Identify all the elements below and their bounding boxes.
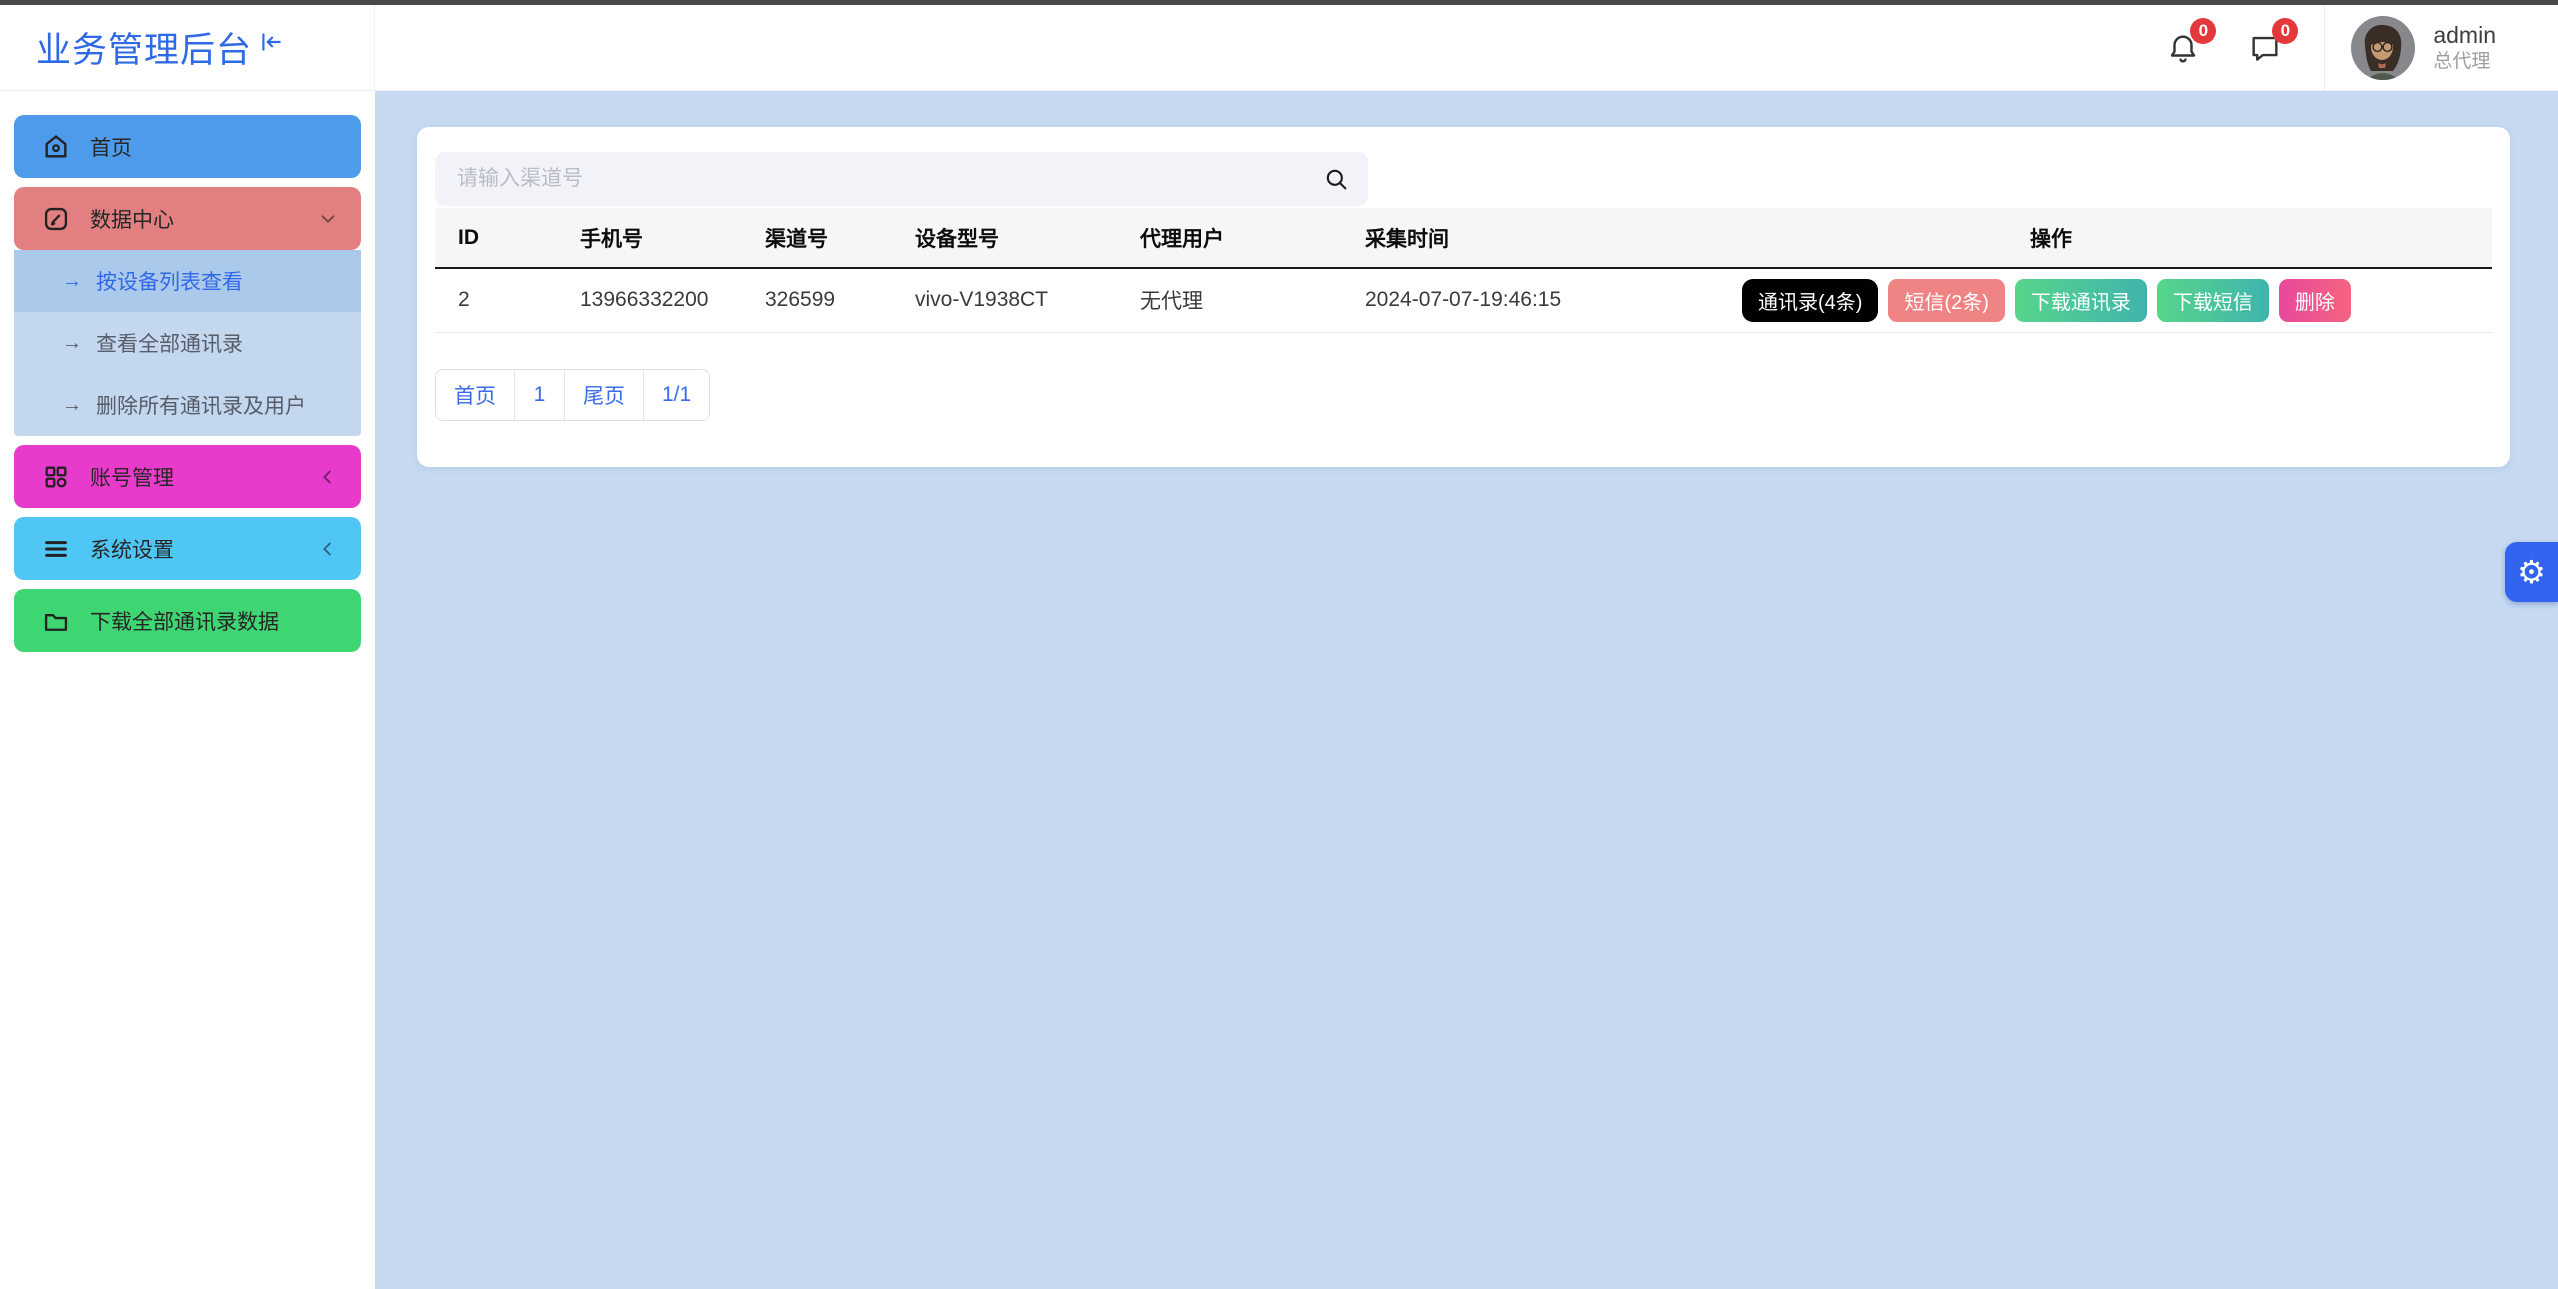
sidebar: 业务管理后台 首页 xyxy=(0,5,375,1289)
pagination-last-button[interactable]: 尾页 xyxy=(564,370,643,420)
device-list-card: ID 手机号 渠道号 设备型号 代理用户 采集时间 操作 2 xyxy=(417,127,2510,467)
col-header-channel: 渠道号 xyxy=(742,208,892,268)
channel-search-input[interactable] xyxy=(457,167,1322,191)
contacts-count-button[interactable]: 通讯录(4条) xyxy=(1742,279,1878,322)
arrow-right-icon: → xyxy=(62,332,82,355)
submenu-item-device-list[interactable]: → 按设备列表查看 xyxy=(14,250,361,312)
col-header-device: 设备型号 xyxy=(892,208,1117,268)
sidebar-collapse-icon[interactable] xyxy=(258,29,284,55)
top-header: 0 0 xyxy=(375,5,2558,91)
col-header-actions: 操作 xyxy=(2007,208,2492,268)
messages-button[interactable]: 0 xyxy=(2248,30,2282,66)
sidebar-item-label: 系统设置 xyxy=(90,534,317,564)
cell-actions: 通讯录(4条) 短信(2条) 下载通讯录 下载短信 删除 xyxy=(2007,268,2492,332)
header-divider xyxy=(2324,5,2325,91)
sidebar-menu: 首页 数据中心 xyxy=(0,91,375,652)
sidebar-item-label: 下载全部通讯录数据 xyxy=(90,606,339,636)
pagination-first-button[interactable]: 首页 xyxy=(436,370,514,420)
sidebar-item-label: 首页 xyxy=(90,132,339,162)
sidebar-item-data-center[interactable]: 数据中心 xyxy=(14,187,361,250)
submenu-item-all-contacts[interactable]: → 查看全部通讯录 xyxy=(14,312,361,374)
submenu-item-label: 查看全部通讯录 xyxy=(96,328,243,358)
sidebar-item-download-all[interactable]: 下载全部通讯录数据 xyxy=(14,589,361,652)
search-button[interactable] xyxy=(1322,165,1350,193)
table-row: 2 13966332200 326599 vivo-V1938CT 无代理 20… xyxy=(435,268,2492,332)
cell-device: vivo-V1938CT xyxy=(892,268,1117,332)
avatar[interactable] xyxy=(2351,16,2415,80)
chevron-left-icon xyxy=(317,538,339,560)
home-icon xyxy=(42,133,70,161)
sidebar-item-label: 数据中心 xyxy=(90,204,317,234)
main-content: ID 手机号 渠道号 设备型号 代理用户 采集时间 操作 2 xyxy=(375,91,2558,1289)
pagination: 首页 1 尾页 1/1 xyxy=(435,369,710,421)
grid-icon xyxy=(42,463,70,491)
device-table: ID 手机号 渠道号 设备型号 代理用户 采集时间 操作 2 xyxy=(435,208,2492,333)
submenu-item-label: 按设备列表查看 xyxy=(96,266,243,296)
col-header-phone: 手机号 xyxy=(557,208,742,268)
app-title: 业务管理后台 xyxy=(36,22,252,73)
menu-lines-icon xyxy=(42,535,70,563)
arrow-right-icon: → xyxy=(62,270,82,293)
sidebar-item-settings[interactable]: 系统设置 xyxy=(14,517,361,580)
download-contacts-button[interactable]: 下载通讯录 xyxy=(2015,279,2147,322)
chevron-down-icon xyxy=(317,208,339,230)
arrow-right-icon: → xyxy=(62,394,82,417)
cell-agent: 无代理 xyxy=(1117,268,1342,332)
cell-id: 2 xyxy=(435,268,557,332)
download-sms-button[interactable]: 下载短信 xyxy=(2157,279,2269,322)
settings-fab-button[interactable]: ⚙ xyxy=(2505,542,2558,602)
user-meta: admin 总代理 xyxy=(2433,21,2496,74)
pagination-page-1[interactable]: 1 xyxy=(514,370,564,420)
sidebar-item-label: 账号管理 xyxy=(90,462,317,492)
table-header-row: ID 手机号 渠道号 设备型号 代理用户 采集时间 操作 xyxy=(435,208,2492,268)
logo-area: 业务管理后台 xyxy=(0,5,375,91)
gear-icon: ⚙ xyxy=(2517,556,2546,588)
messages-badge: 0 xyxy=(2272,18,2298,44)
chevron-left-icon xyxy=(317,466,339,488)
delete-button[interactable]: 删除 xyxy=(2279,279,2351,322)
sidebar-item-accounts[interactable]: 账号管理 xyxy=(14,445,361,508)
cell-channel: 326599 xyxy=(742,268,892,332)
sidebar-item-home[interactable]: 首页 xyxy=(14,115,361,178)
submenu-item-delete-all[interactable]: → 删除所有通讯录及用户 xyxy=(14,374,361,436)
notification-badge: 0 xyxy=(2190,18,2216,44)
search-icon xyxy=(1322,165,1350,193)
data-center-submenu: → 按设备列表查看 → 查看全部通讯录 → 删除所有通讯录及用户 xyxy=(14,250,361,436)
page-root: 业务管理后台 首页 xyxy=(0,0,2558,1289)
notification-bell-button[interactable]: 0 xyxy=(2166,30,2200,66)
col-header-time: 采集时间 xyxy=(1342,208,2007,268)
col-header-id: ID xyxy=(435,208,557,268)
cell-phone: 13966332200 xyxy=(557,268,742,332)
pagination-indicator: 1/1 xyxy=(643,370,709,420)
sms-count-button[interactable]: 短信(2条) xyxy=(1888,279,2004,322)
edit-icon xyxy=(42,205,70,233)
search-box xyxy=(435,152,1368,206)
col-header-agent: 代理用户 xyxy=(1117,208,1342,268)
submenu-item-label: 删除所有通讯录及用户 xyxy=(96,390,306,420)
user-name: admin xyxy=(2433,21,2496,50)
user-role: 总代理 xyxy=(2433,50,2496,75)
folder-icon xyxy=(42,607,70,635)
